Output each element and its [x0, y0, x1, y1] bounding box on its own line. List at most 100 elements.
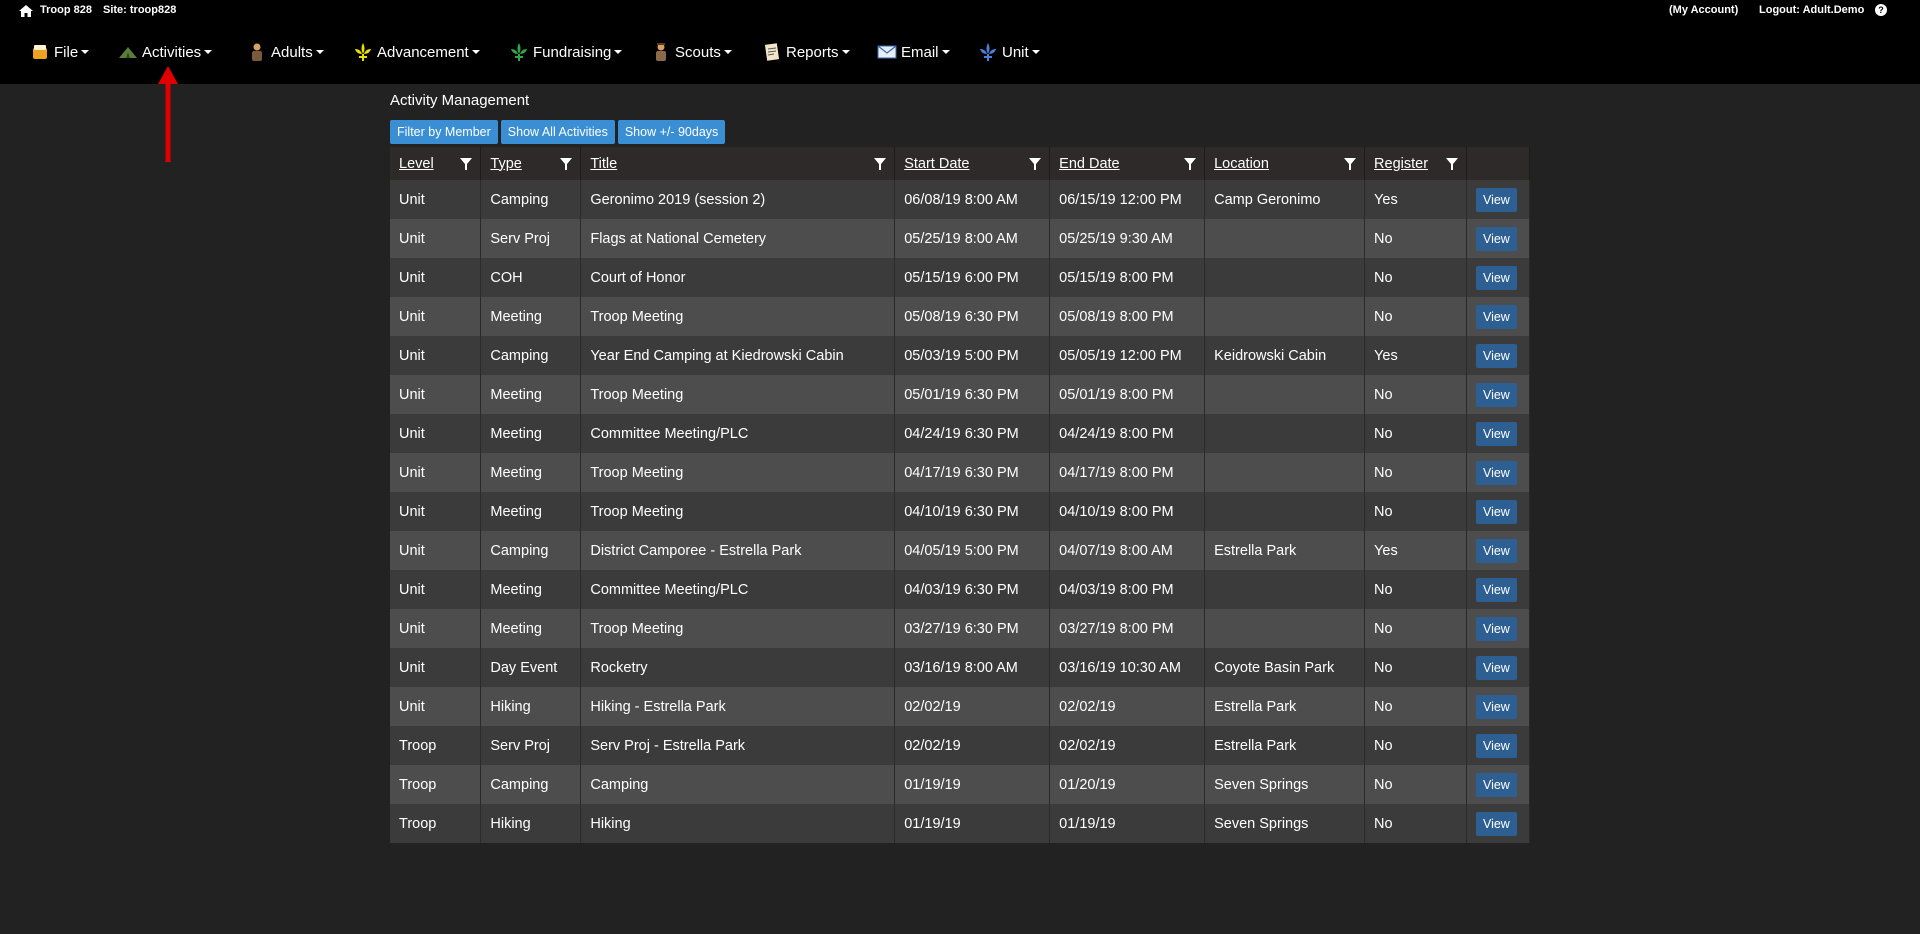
cell-register: Yes: [1364, 180, 1467, 219]
cell-actions: View: [1466, 414, 1531, 453]
cell-register: No: [1364, 297, 1467, 336]
table-row: Unit Meeting Troop Meeting 05/08/19 6:30 PM…: [390, 297, 1531, 336]
sort-register[interactable]: Register: [1374, 156, 1428, 172]
cell-actions: View: [1466, 180, 1531, 219]
sort-type[interactable]: Type: [490, 156, 521, 172]
view-button[interactable]: View: [1475, 343, 1517, 368]
cell-title: District Camporee - Estrella Park: [580, 531, 896, 570]
cell-level: Unit: [390, 531, 482, 570]
cell-level: Unit: [390, 414, 482, 453]
view-button[interactable]: View: [1475, 187, 1517, 212]
cell-level: Unit: [390, 687, 482, 726]
view-button[interactable]: View: [1475, 304, 1517, 329]
table-row: Unit Camping Year End Camping at Kiedrowsk…: [390, 336, 1531, 375]
cell-title: Year End Camping at Kiedrowski Cabin: [580, 336, 896, 375]
cell-end-date: 05/25/19 9:30 AM: [1049, 219, 1206, 258]
home-icon[interactable]: [19, 5, 33, 17]
view-button[interactable]: View: [1475, 460, 1517, 485]
cell-end-date: 02/02/19: [1049, 726, 1206, 765]
menu-unit-label: Unit: [1002, 43, 1029, 61]
filter-by-member-button[interactable]: Filter by Member: [390, 120, 498, 144]
cell-register: No: [1364, 258, 1467, 297]
annotation-arrow: [158, 66, 178, 162]
view-button[interactable]: View: [1475, 226, 1517, 251]
logout-link[interactable]: Logout: Adult.Demo: [1759, 4, 1864, 16]
chevron-down-icon: [841, 50, 850, 54]
view-button[interactable]: View: [1475, 811, 1517, 836]
sort-title[interactable]: Title: [590, 156, 617, 172]
filter-icon[interactable]: [1445, 158, 1458, 170]
cell-type: Meeting: [480, 414, 582, 453]
view-button[interactable]: View: [1475, 265, 1517, 290]
cell-start-date: 05/25/19 8:00 AM: [894, 219, 1051, 258]
filter-icon[interactable]: [1184, 158, 1197, 170]
column-header-start-date: Start Date: [894, 147, 1051, 180]
sort-level[interactable]: Level: [399, 156, 434, 172]
filter-icon[interactable]: [874, 158, 887, 170]
column-header-type: Type: [480, 147, 582, 180]
cell-type: Camping: [480, 336, 582, 375]
filter-icon[interactable]: [460, 158, 473, 170]
view-button[interactable]: View: [1475, 577, 1517, 602]
menu-fundraising[interactable]: Fundraising: [509, 40, 623, 64]
filter-buttons: Filter by Member Show All Activities Sho…: [390, 120, 726, 144]
view-button[interactable]: View: [1475, 421, 1517, 446]
cell-location: Seven Springs: [1204, 765, 1366, 804]
cell-location: [1204, 414, 1366, 453]
menu-file[interactable]: File: [30, 40, 90, 64]
cell-start-date: 01/19/19: [894, 804, 1051, 843]
view-button[interactable]: View: [1475, 499, 1517, 524]
table-row: Unit Camping District Camporee - Estrella …: [390, 531, 1531, 570]
table-body: Unit Camping Geronimo 2019 (session 2) 06/0…: [390, 180, 1531, 843]
site-name: Site: troop828: [103, 4, 177, 16]
cell-start-date: 02/02/19: [894, 687, 1051, 726]
view-button[interactable]: View: [1475, 538, 1517, 563]
cell-level: Unit: [390, 492, 482, 531]
cell-register: No: [1364, 687, 1467, 726]
filter-icon[interactable]: [560, 158, 573, 170]
cell-end-date: 05/01/19 8:00 PM: [1049, 375, 1206, 414]
menu-reports-label: Reports: [786, 43, 839, 61]
menu-scouts[interactable]: Scouts: [651, 40, 732, 64]
cell-type: Hiking: [480, 804, 582, 843]
my-account-link[interactable]: (My Account): [1669, 4, 1738, 16]
cell-location: Estrella Park: [1204, 726, 1366, 765]
cell-actions: View: [1466, 804, 1531, 843]
show-all-activities-button[interactable]: Show All Activities: [500, 120, 615, 144]
column-header-end-date: End Date: [1049, 147, 1206, 180]
troop-name[interactable]: Troop 828: [40, 4, 92, 16]
sort-end-date[interactable]: End Date: [1059, 156, 1119, 172]
show-90-days-button[interactable]: Show +/- 90days: [617, 120, 726, 144]
view-button[interactable]: View: [1475, 772, 1517, 797]
view-button[interactable]: View: [1475, 655, 1517, 680]
menu-email[interactable]: Email: [877, 40, 950, 64]
filter-icon[interactable]: [1344, 158, 1357, 170]
cell-level: Unit: [390, 648, 482, 687]
cell-register: Yes: [1364, 531, 1467, 570]
menu-advancement[interactable]: Advancement: [353, 40, 480, 64]
cell-start-date: 05/03/19 5:00 PM: [894, 336, 1051, 375]
table-row: Unit Meeting Troop Meeting 04/17/19 6:30 PM…: [390, 453, 1531, 492]
cell-actions: View: [1466, 297, 1531, 336]
help-icon[interactable]: ?: [1875, 4, 1887, 16]
view-button[interactable]: View: [1475, 382, 1517, 407]
cell-actions: View: [1466, 453, 1531, 492]
cell-register: No: [1364, 375, 1467, 414]
view-button[interactable]: View: [1475, 694, 1517, 719]
cell-register: No: [1364, 453, 1467, 492]
menu-adults[interactable]: Adults: [247, 40, 324, 64]
menu-reports[interactable]: Reports: [762, 40, 850, 64]
filter-icon[interactable]: [1029, 158, 1042, 170]
menu-activities[interactable]: Activities: [118, 40, 213, 64]
table-row: Unit Day Event Rocketry 03/16/19 8:00 AM 03/…: [390, 648, 1531, 687]
menu-unit[interactable]: Unit: [978, 40, 1040, 64]
sort-start-date[interactable]: Start Date: [904, 156, 969, 172]
table-row: Troop Hiking Hiking 01/19/19 01/19/19 Seven S…: [390, 804, 1531, 843]
cell-title: Rocketry: [580, 648, 896, 687]
sort-location[interactable]: Location: [1214, 156, 1269, 172]
view-button[interactable]: View: [1475, 616, 1517, 641]
view-button[interactable]: View: [1475, 733, 1517, 758]
cell-type: Camping: [480, 180, 582, 219]
cell-end-date: 03/27/19 8:00 PM: [1049, 609, 1206, 648]
cell-end-date: 04/07/19 8:00 AM: [1049, 531, 1206, 570]
